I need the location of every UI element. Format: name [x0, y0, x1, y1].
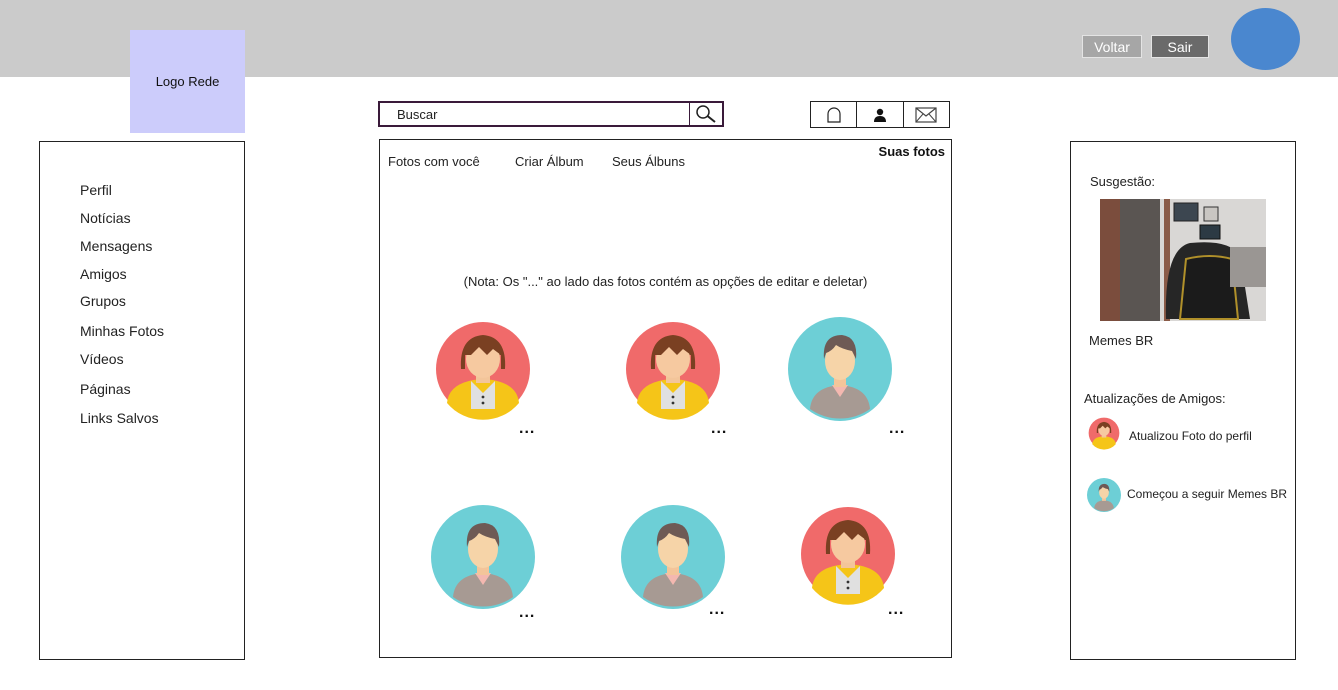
back-button[interactable]: Voltar [1082, 35, 1142, 58]
male-avatar-icon [431, 505, 535, 609]
photo-item[interactable] [431, 505, 535, 609]
mail-icon [915, 106, 937, 123]
sidebar-item-videos[interactable]: Vídeos [80, 351, 124, 367]
sidebar-item-noticias[interactable]: Notícias [80, 210, 131, 226]
photo-item[interactable] [621, 317, 725, 421]
suggestion-label: Susgestão: [1090, 174, 1156, 189]
sidebar-item-paginas[interactable]: Páginas [80, 381, 131, 397]
tab-criar-album[interactable]: Criar Álbum [515, 154, 584, 169]
sidebar-item-amigos[interactable]: Amigos [80, 266, 127, 282]
user-icon [873, 108, 886, 122]
photo-item[interactable] [431, 317, 535, 421]
right-sidebar: Susgestão: Memes BR Atualizações de Amig… [1070, 141, 1296, 660]
sidebar-item-mensagens[interactable]: Mensagens [80, 238, 152, 254]
exit-button[interactable]: Sair [1151, 35, 1209, 58]
male-avatar-icon [788, 317, 892, 421]
suggestion-name[interactable]: Memes BR [1089, 333, 1153, 348]
photo-options-button[interactable]: ... [519, 420, 535, 438]
photo-options-button[interactable]: ... [889, 420, 905, 438]
female-avatar-icon [436, 322, 530, 420]
search-placeholder: Buscar [397, 107, 438, 122]
suggestion-image[interactable] [1100, 199, 1266, 321]
update-avatar[interactable] [1087, 416, 1121, 450]
photos-panel: Fotos com você Criar Álbum Seus Álbuns S… [379, 139, 952, 658]
sidebar-item-grupos[interactable]: Grupos [80, 293, 126, 309]
logo-text: Logo Rede [155, 74, 220, 89]
update-text: Começou a seguir Memes BR [1127, 487, 1288, 501]
female-avatar-icon [1088, 417, 1120, 450]
search-button[interactable] [689, 103, 722, 125]
messages-button[interactable] [902, 102, 949, 127]
user-avatar[interactable] [1231, 8, 1300, 70]
search-icon [696, 105, 716, 123]
tab-seus-albuns[interactable]: Seus Álbuns [612, 154, 685, 169]
update-text: Atualizou Foto do perfil [1129, 429, 1252, 443]
female-avatar-icon [801, 507, 895, 605]
female-avatar-icon [626, 322, 720, 420]
icon-bar [810, 101, 950, 128]
photo-item[interactable] [621, 505, 725, 609]
tab-fotos-com-voce[interactable]: Fotos com você [388, 154, 480, 169]
bell-icon [827, 106, 841, 123]
photo-item[interactable] [796, 502, 900, 606]
note-text: (Nota: Os "..." ao lado das fotos contém… [463, 274, 868, 289]
suggestion-photo-icon [1100, 199, 1266, 321]
sidebar-item-perfil[interactable]: Perfil [80, 182, 112, 198]
photo-options-button[interactable]: ... [519, 604, 535, 622]
notifications-button[interactable] [811, 102, 856, 127]
update-avatar[interactable] [1087, 478, 1121, 512]
profile-button[interactable] [856, 102, 902, 127]
photo-options-button[interactable]: ... [711, 420, 727, 438]
search-input[interactable]: Buscar [378, 101, 724, 127]
sidebar-item-links-salvos[interactable]: Links Salvos [80, 410, 159, 426]
panel-title: Suas fotos [878, 144, 945, 159]
updates-label: Atualizações de Amigos: [1084, 391, 1226, 406]
logo[interactable]: Logo Rede [130, 30, 245, 133]
male-avatar-icon [621, 505, 725, 609]
sidebar-item-minhas-fotos[interactable]: Minhas Fotos [80, 323, 164, 339]
photo-item[interactable] [788, 317, 892, 421]
sidebar: Perfil Notícias Mensagens Amigos Grupos … [39, 141, 245, 660]
male-avatar-icon [1087, 478, 1121, 512]
photo-options-button[interactable]: ... [709, 601, 725, 619]
photo-options-button[interactable]: ... [888, 601, 904, 619]
